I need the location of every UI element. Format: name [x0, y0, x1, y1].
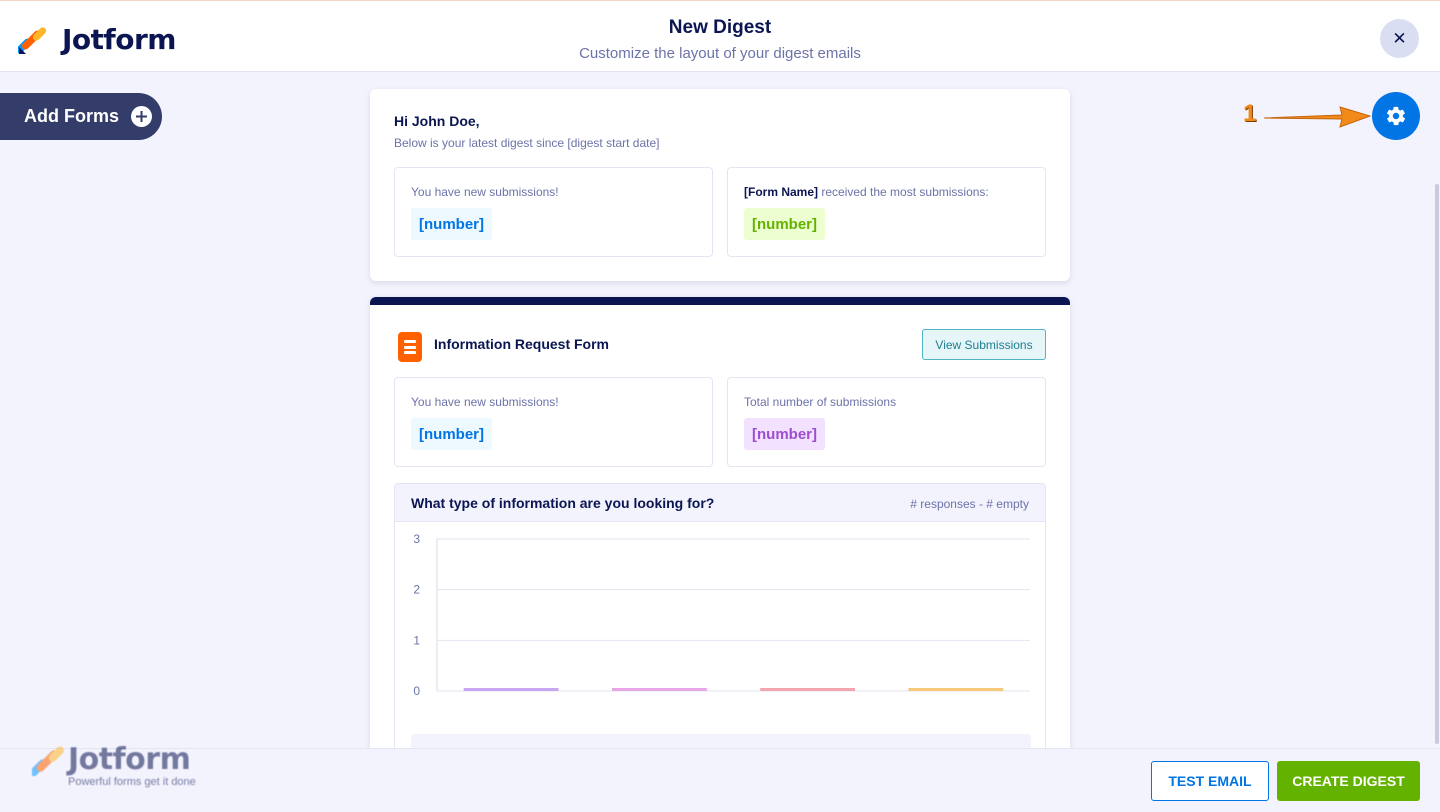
- form-new-submissions-stat: You have new submissions! [number]: [394, 377, 713, 467]
- stat-value: [number]: [411, 208, 492, 240]
- header: Jotform New Digest Customize the layout …: [0, 0, 1440, 72]
- digest-summary-card: Hi John Doe, Below is your latest digest…: [370, 89, 1070, 281]
- y-tick-label: 1: [413, 633, 420, 647]
- total-submissions-stat: Total number of submissions [number]: [727, 377, 1046, 467]
- chart-bar: [908, 688, 1004, 691]
- chart-bar: [611, 688, 707, 691]
- logo-text: Jotform: [62, 23, 176, 56]
- stat-value: [number]: [744, 418, 825, 450]
- page-subtitle: Customize the layout of your digest emai…: [579, 45, 861, 62]
- page-title: New Digest: [668, 17, 772, 38]
- jotform-logo-icon: [18, 26, 47, 54]
- close-icon: ✕: [1392, 28, 1407, 48]
- form-name-placeholder: [Form Name]: [744, 185, 819, 199]
- close-button[interactable]: ✕: [1380, 19, 1419, 58]
- page-scrollbar[interactable]: [1434, 72, 1440, 748]
- y-tick-label: 3: [413, 532, 420, 546]
- new-submissions-stat: You have new submissions! [number]: [394, 167, 713, 257]
- add-forms-button[interactable]: Add Forms: [0, 93, 162, 140]
- question-report: What type of information are you looking…: [394, 483, 1046, 773]
- annotation-number: 1: [1243, 100, 1257, 127]
- stat-label: You have new submissions!: [411, 395, 559, 409]
- question-meta: # responses - # empty: [910, 497, 1029, 511]
- stat-value: [number]: [411, 418, 492, 450]
- form-digest-card: Information Request Form View Submission…: [370, 297, 1070, 773]
- form-document-icon: [398, 332, 422, 362]
- question-title: What type of information are you looking…: [411, 495, 715, 511]
- gear-icon: [1386, 106, 1406, 126]
- chart-bar: [760, 688, 856, 691]
- stat-label: You have new submissions!: [411, 185, 559, 199]
- stat-label: Total number of submissions: [744, 395, 897, 409]
- stat-label: [Form Name] received the most submission…: [744, 185, 989, 199]
- chart-bar: [463, 688, 559, 691]
- watermark-text: Jotform: [68, 742, 191, 777]
- y-tick-label: 2: [413, 583, 420, 597]
- header-titles: New Digest Customize the layout of your …: [420, 17, 1020, 62]
- create-digest-button[interactable]: CREATE DIGEST: [1277, 761, 1420, 801]
- annotation-arrow-icon: [1263, 106, 1372, 128]
- form-title: Information Request Form: [434, 336, 610, 352]
- y-tick-label: 0: [413, 684, 420, 698]
- view-submissions-button[interactable]: View Submissions: [922, 329, 1046, 360]
- stat-label-text: received the most submissions:: [818, 185, 989, 199]
- greeting: Hi John Doe,: [394, 113, 480, 129]
- question-header: What type of information are you looking…: [395, 484, 1045, 522]
- most-submissions-stat: [Form Name] received the most submission…: [727, 167, 1046, 257]
- jotform-watermark-icon: [32, 746, 64, 777]
- watermark-tagline: Powerful forms get it done: [68, 776, 196, 788]
- greeting-intro: Below is your latest digest since [diges…: [394, 136, 660, 150]
- stat-value: [number]: [744, 208, 825, 240]
- bar-chart: 3 2 1 0: [413, 532, 1030, 698]
- add-forms-label: Add Forms: [24, 106, 120, 126]
- settings-button[interactable]: [1372, 92, 1420, 140]
- scrollbar-thumb[interactable]: [1435, 184, 1439, 744]
- jotform-logo[interactable]: Jotform: [18, 23, 176, 56]
- test-email-button[interactable]: TEST EMAIL: [1151, 761, 1269, 801]
- plus-circle-icon: [131, 106, 153, 127]
